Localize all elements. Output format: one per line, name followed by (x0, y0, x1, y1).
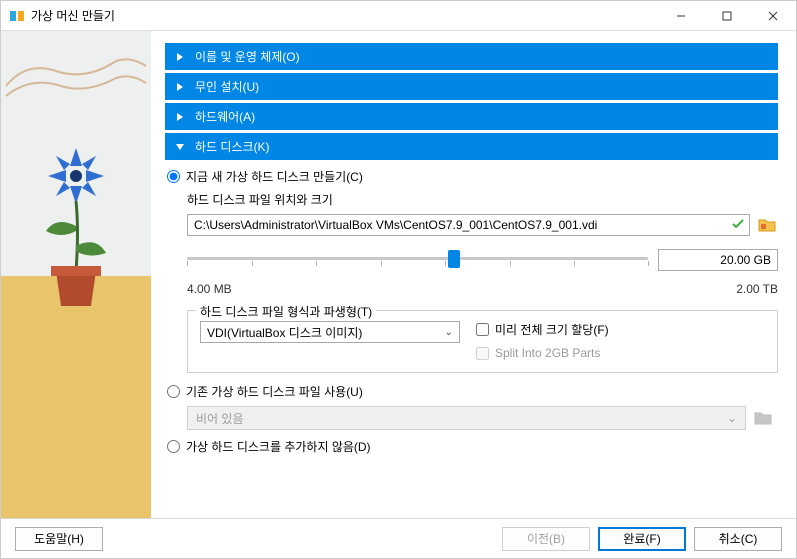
chevron-down-icon (175, 142, 187, 152)
titlebar: 가상 머신 만들기 (1, 1, 796, 31)
checkmark-icon (732, 218, 744, 233)
slider-max-label: 2.00 TB (736, 282, 778, 296)
accordion-harddisk[interactable]: 하드 디스크(K) (165, 133, 778, 160)
accordion-label: 하드 디스크(K) (195, 138, 270, 155)
accordion-label: 이름 및 운영 체제(O) (195, 48, 300, 65)
radio-label: 기존 가상 하드 디스크 파일 사용(U) (186, 383, 363, 400)
radio-nodisk-input[interactable] (167, 440, 180, 453)
browse-existing-button (752, 407, 774, 429)
disk-size-slider[interactable] (187, 248, 648, 272)
close-button[interactable] (750, 1, 796, 31)
format-legend: 하드 디스크 파일 형식과 파생형(T) (196, 303, 376, 320)
accordion-label: 무인 설치(U) (195, 78, 259, 95)
preallocate-input[interactable] (476, 323, 489, 336)
preallocate-checkbox[interactable]: 미리 전체 크기 할당(F) (476, 321, 609, 338)
disk-size-value[interactable]: 20.00 GB (658, 249, 778, 271)
chevron-right-icon (175, 112, 187, 122)
finish-button[interactable]: 완료(F) (598, 527, 686, 551)
split-input (476, 347, 489, 360)
footer: 도움말(H) 이전(B) 완료(F) 취소(C) (1, 518, 796, 558)
disk-format-select[interactable]: VDI(VirtualBox 디스크 이미지) ⌄ (200, 321, 460, 343)
select-value: 비어 있음 (196, 410, 244, 427)
split-2gb-checkbox: Split Into 2GB Parts (476, 346, 609, 360)
browse-folder-button[interactable] (756, 214, 778, 236)
accordion-hardware[interactable]: 하드웨어(A) (165, 103, 778, 130)
app-logo-icon (9, 8, 25, 24)
slider-thumb[interactable] (448, 250, 460, 268)
checkbox-label: Split Into 2GB Parts (495, 346, 600, 360)
chevron-right-icon (175, 52, 187, 62)
window-title: 가상 머신 만들기 (31, 7, 658, 24)
back-button: 이전(B) (502, 527, 590, 551)
checkbox-label: 미리 전체 크기 할당(F) (495, 321, 609, 338)
slider-min-label: 4.00 MB (187, 282, 232, 296)
accordion-name-os[interactable]: 이름 및 운영 체제(O) (165, 43, 778, 70)
maximize-button[interactable] (704, 1, 750, 31)
file-location-label: 하드 디스크 파일 위치와 크기 (187, 191, 778, 208)
radio-use-existing[interactable]: 기존 가상 하드 디스크 파일 사용(U) (167, 383, 778, 400)
radio-existing-input[interactable] (167, 385, 180, 398)
radio-create-new-disk[interactable]: 지금 새 가상 하드 디스크 만들기(C) (167, 168, 778, 185)
accordion-label: 하드웨어(A) (195, 108, 255, 125)
format-fieldset: 하드 디스크 파일 형식과 파생형(T) VDI(VirtualBox 디스크 … (187, 310, 778, 373)
accordion-unattended[interactable]: 무인 설치(U) (165, 73, 778, 100)
existing-disk-select: 비어 있음 ⌄ (187, 406, 746, 430)
select-value: VDI(VirtualBox 디스크 이미지) (207, 324, 362, 341)
cancel-button[interactable]: 취소(C) (694, 527, 782, 551)
radio-no-disk[interactable]: 가상 하드 디스크를 추가하지 않음(D) (167, 438, 778, 455)
radio-label: 가상 하드 디스크를 추가하지 않음(D) (186, 438, 371, 455)
help-button[interactable]: 도움말(H) (15, 527, 103, 551)
chevron-down-icon: ⌄ (727, 411, 737, 425)
radio-create-new-input[interactable] (167, 170, 180, 183)
wizard-illustration (1, 31, 151, 518)
chevron-right-icon (175, 82, 187, 92)
chevron-down-icon: ⌄ (445, 327, 453, 338)
minimize-button[interactable] (658, 1, 704, 31)
radio-label: 지금 새 가상 하드 디스크 만들기(C) (186, 168, 363, 185)
disk-path-input[interactable] (187, 214, 750, 236)
